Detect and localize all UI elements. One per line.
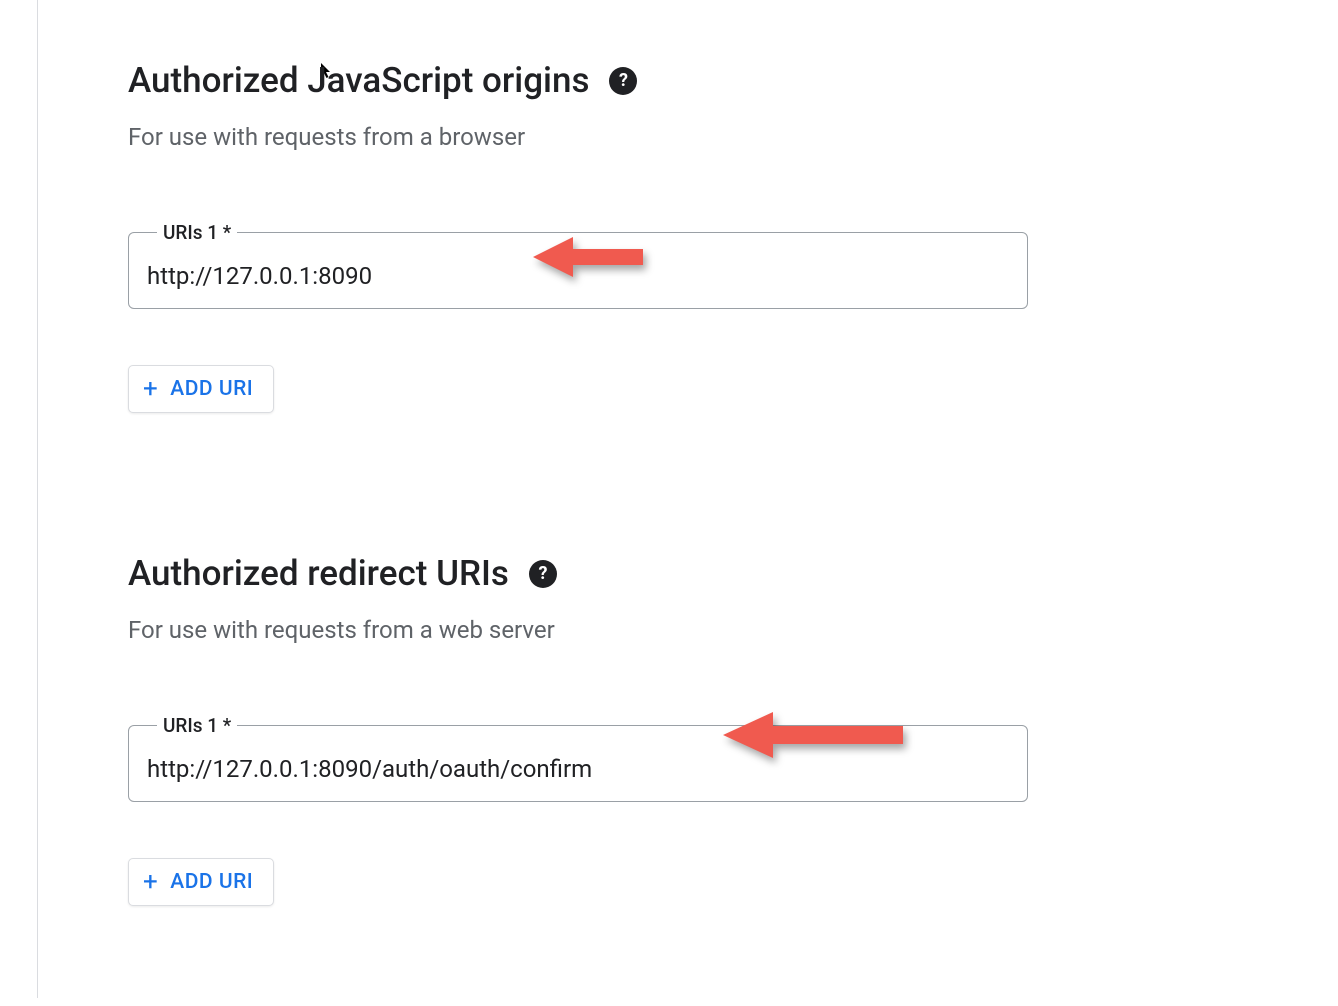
vertical-divider (37, 0, 38, 998)
js-origins-field-wrap: URIs 1 * (128, 221, 1028, 309)
plus-icon: + (143, 869, 158, 895)
add-uri-button[interactable]: + ADD URI (128, 858, 274, 906)
js-origins-heading: Authorized JavaScript origins (128, 60, 589, 101)
redirect-uris-field-label: URIs 1 * (157, 714, 237, 737)
help-icon[interactable]: ? (529, 560, 557, 588)
redirect-uris-section: Authorized redirect URIs ? For use with … (128, 553, 1028, 906)
add-uri-label: ADD URI (170, 870, 253, 894)
js-origins-section: Authorized JavaScript origins ? For use … (128, 60, 1028, 413)
redirect-uris-field-wrap: URIs 1 * (128, 714, 1028, 802)
add-uri-button[interactable]: + ADD URI (128, 365, 274, 413)
js-origins-field-label: URIs 1 * (157, 221, 237, 244)
add-uri-label: ADD URI (170, 377, 253, 401)
help-icon[interactable]: ? (609, 67, 637, 95)
js-origins-subtitle: For use with requests from a browser (128, 123, 1028, 151)
redirect-uris-heading: Authorized redirect URIs (128, 553, 509, 594)
plus-icon: + (143, 376, 158, 402)
js-origins-uri-input[interactable] (147, 262, 1009, 290)
redirect-uris-uri-input[interactable] (147, 755, 1009, 783)
redirect-uris-subtitle: For use with requests from a web server (128, 616, 1028, 644)
